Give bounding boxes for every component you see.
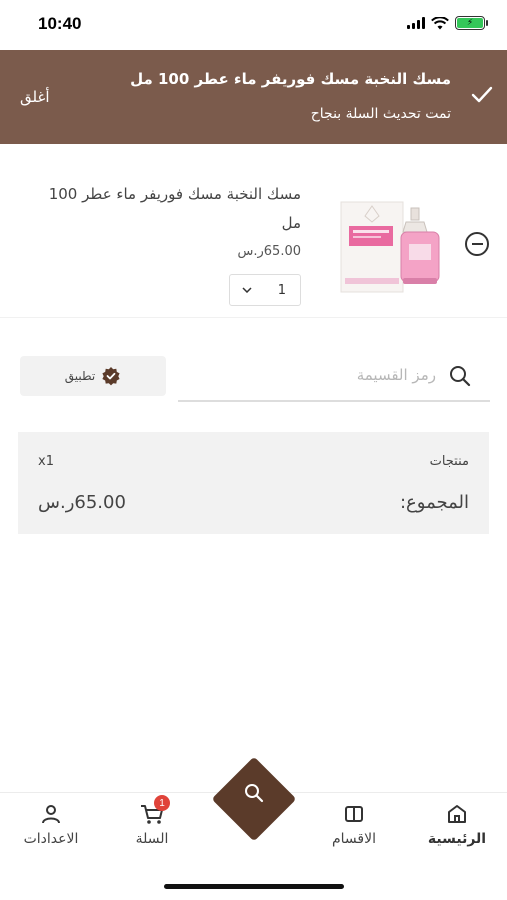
cart-updated-banner: مسك النخبة مسك فوريفر ماء عطر 100 مل تمت…	[0, 50, 507, 144]
nav-item-cart[interactable]: 1 السلة	[107, 795, 197, 863]
cellular-signal-icon	[407, 17, 425, 29]
item-name[interactable]: مسك النخبة مسك فوريفر ماء عطر 100 مل	[31, 180, 301, 238]
search-icon	[245, 784, 264, 803]
products-count: x1	[38, 454, 54, 469]
nav-item-categories[interactable]: الاقسام	[309, 803, 399, 863]
cart-icon-wrap: 1	[140, 795, 170, 825]
nav-item-home[interactable]: الرئيسية	[412, 803, 502, 863]
nav-label-categories: الاقسام	[332, 831, 376, 847]
search-fab-icon-wrap[interactable]	[241, 780, 267, 806]
quantity-select[interactable]: 1	[229, 274, 301, 306]
quantity-value: 1	[277, 282, 286, 298]
item-price: 65.00ر.س	[237, 244, 302, 259]
cart-badge: 1	[154, 795, 170, 811]
nav-item-settings[interactable]: الاعدادات	[6, 803, 96, 863]
total-label: المجموع:	[399, 492, 469, 513]
verified-badge-icon	[102, 367, 120, 386]
check-icon	[471, 86, 493, 103]
order-summary: منتجات x1 المجموع: 65.00ر.س	[18, 432, 489, 534]
coupon-placeholder: رمز القسيمة	[356, 366, 436, 384]
cart-item: مسك النخبة مسك فوريفر ماء عطر 100 مل 65.…	[0, 158, 507, 318]
products-label: منتجات	[429, 454, 469, 469]
minus-icon	[471, 243, 483, 245]
banner-title: مسك النخبة مسك فوريفر ماء عطر 100 مل	[130, 70, 451, 88]
total-value: 65.00ر.س	[38, 492, 126, 513]
status-time: 10:40	[38, 14, 82, 33]
coupon-input[interactable]: رمز القسيمة	[178, 354, 490, 402]
status-icons: ⚡	[407, 16, 488, 30]
product-image	[335, 192, 445, 298]
battery-icon: ⚡	[455, 16, 488, 30]
nav-label-home: الرئيسية	[427, 831, 487, 847]
status-bar: 10:40 ⚡	[0, 0, 507, 50]
remove-item-button[interactable]	[465, 232, 489, 256]
search-icon	[450, 366, 471, 387]
apply-label: تطبيق	[64, 369, 96, 383]
chevron-down-icon	[242, 287, 252, 293]
nav-label-cart: السلة	[135, 831, 169, 847]
nav-label-settings: الاعدادات	[23, 831, 79, 847]
home-icon	[448, 805, 466, 823]
banner-subtitle: تمت تحديث السلة بنجاح	[310, 106, 451, 122]
banner-close-button[interactable]: أغلق	[20, 88, 50, 106]
home-indicator	[164, 884, 344, 889]
categories-icon	[345, 806, 363, 822]
wifi-icon	[431, 16, 449, 29]
apply-coupon-button[interactable]: تطبيق	[20, 356, 166, 396]
user-icon	[42, 805, 60, 824]
